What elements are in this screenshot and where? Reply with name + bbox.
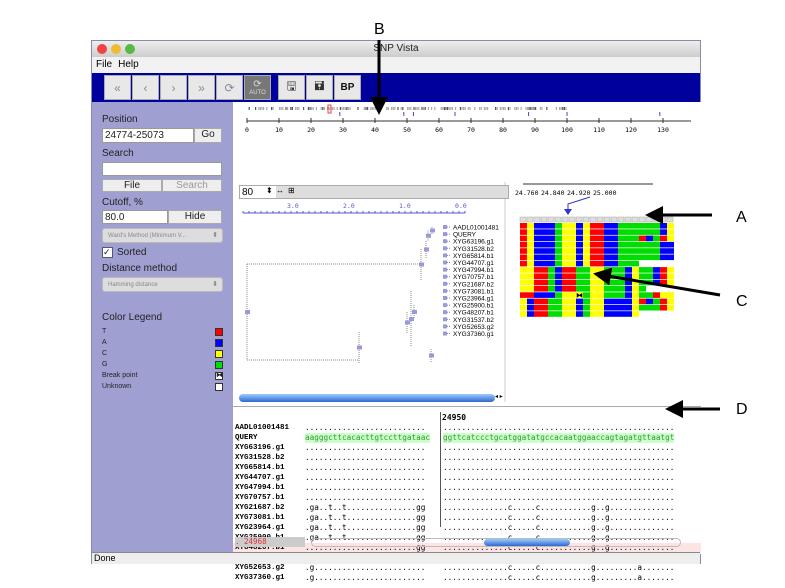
annotation-d: D xyxy=(736,401,748,418)
annotation-c-arrow xyxy=(596,274,720,295)
annotation-c: C xyxy=(736,293,748,310)
annotation-b: B xyxy=(374,21,385,38)
figure-annotations: B A C D xyxy=(0,0,785,588)
annotation-a: A xyxy=(736,209,747,226)
